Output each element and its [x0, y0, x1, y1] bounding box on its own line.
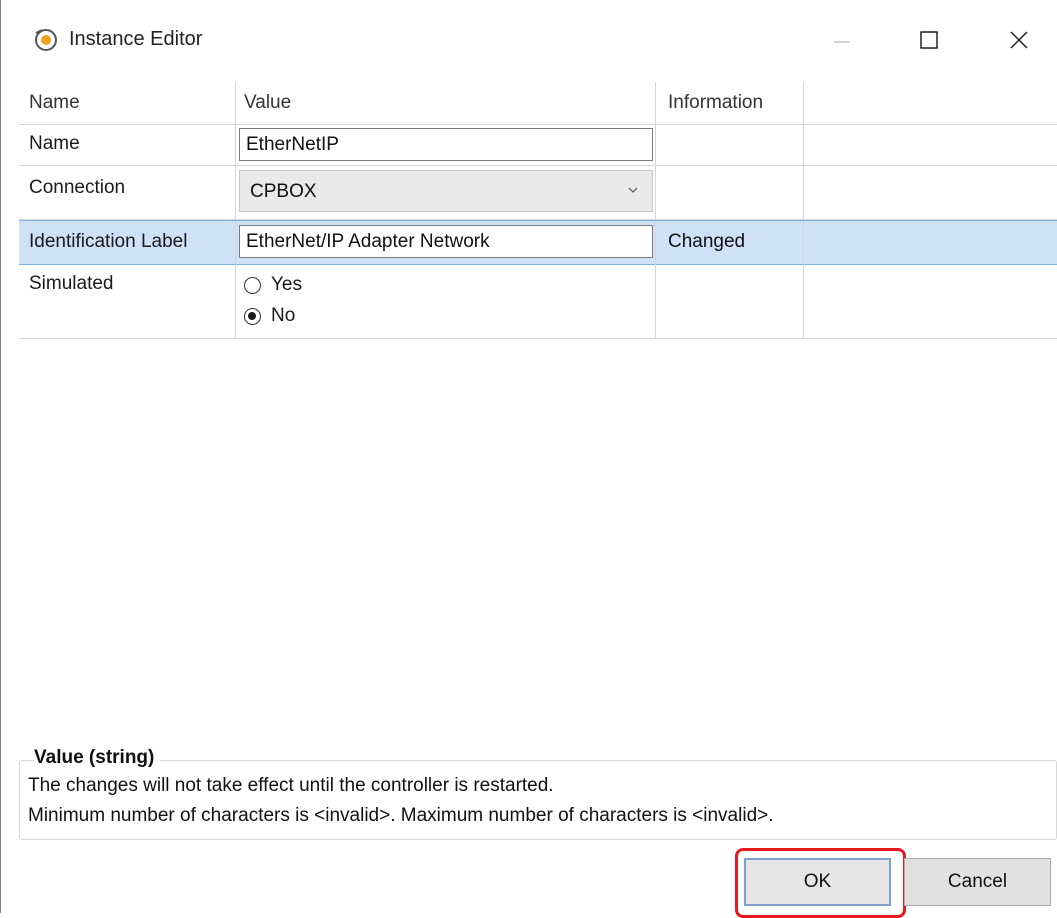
row-connection-info: [656, 165, 804, 219]
minimize-button[interactable]: [817, 18, 867, 62]
window-title: Instance Editor: [69, 28, 203, 50]
row-name[interactable]: Name EtherNetIP: [19, 124, 1057, 166]
row-identification-spacer: [804, 221, 1057, 264]
instance-editor-window: Instance Editor Name Value Information N…: [0, 0, 1057, 918]
row-name-label: Name: [19, 124, 236, 165]
row-simulated[interactable]: Simulated Yes No: [19, 264, 1057, 339]
radio-no[interactable]: [244, 307, 261, 325]
identification-label-input[interactable]: EtherNet/IP Adapter Network: [239, 225, 653, 258]
name-input[interactable]: EtherNetIP: [239, 128, 653, 161]
instance-editor-icon: [33, 27, 59, 53]
simulated-no-label: No: [271, 305, 296, 326]
radio-yes[interactable]: [244, 276, 261, 294]
simulated-yes-label: Yes: [271, 274, 302, 295]
row-identification-label[interactable]: Identification Label EtherNet/IP Adapter…: [19, 220, 1057, 265]
description-line-1: The changes will not take effect until t…: [28, 775, 554, 796]
maximize-icon: [920, 31, 938, 49]
chevron-down-icon: [628, 187, 638, 193]
close-icon: [1010, 31, 1028, 49]
title-bar: Instance Editor: [1, 0, 1057, 80]
cancel-button[interactable]: Cancel: [904, 858, 1051, 906]
connection-dropdown[interactable]: CPBOX: [239, 170, 653, 212]
row-identification-info: Changed: [656, 221, 804, 264]
header-information[interactable]: Information: [656, 82, 804, 124]
description-line-2: Minimum number of characters is <invalid…: [28, 805, 774, 826]
header-name[interactable]: Name: [19, 82, 236, 124]
row-identification-label-text: Identification Label: [19, 221, 236, 264]
row-name-value-cell: EtherNetIP: [236, 124, 656, 165]
row-simulated-spacer: [804, 264, 1057, 338]
row-connection-value-cell: CPBOX: [236, 165, 656, 219]
header-spacer: [804, 82, 1057, 124]
minimize-icon: [834, 41, 850, 43]
description-group: Value (string) The changes will not take…: [19, 747, 1057, 840]
description-title: Value (string): [34, 747, 161, 769]
row-name-spacer: [804, 124, 1057, 165]
ok-button[interactable]: OK: [744, 858, 891, 906]
row-simulated-value-cell: Yes No: [236, 264, 656, 338]
simulated-yes-option[interactable]: Yes: [244, 270, 302, 300]
header-value[interactable]: Value: [236, 82, 656, 124]
close-button[interactable]: [994, 18, 1044, 62]
row-connection-spacer: [804, 165, 1057, 219]
simulated-no-option[interactable]: No: [244, 301, 295, 331]
grid-header: Name Value Information: [19, 82, 1057, 125]
connection-selected-value: CPBOX: [250, 181, 317, 202]
row-identification-value-cell: EtherNet/IP Adapter Network: [236, 221, 656, 264]
row-name-info: [656, 124, 804, 165]
row-connection-label: Connection: [19, 165, 236, 219]
row-simulated-info: [656, 264, 804, 338]
maximize-button[interactable]: [904, 18, 954, 62]
row-simulated-label: Simulated: [19, 264, 236, 338]
row-connection[interactable]: Connection CPBOX: [19, 165, 1057, 220]
